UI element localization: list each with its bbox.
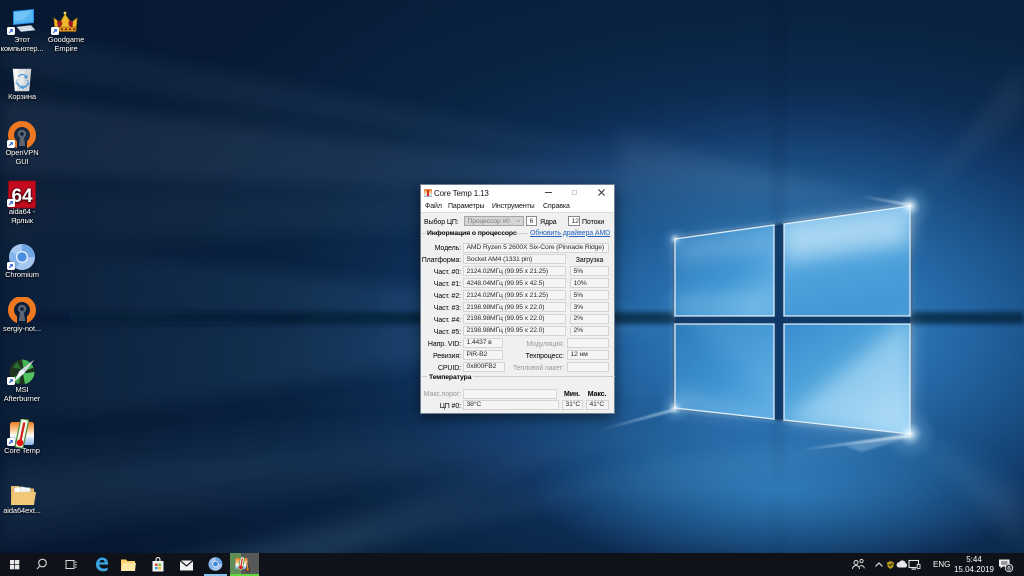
svg-text:6: 6	[1007, 565, 1011, 572]
